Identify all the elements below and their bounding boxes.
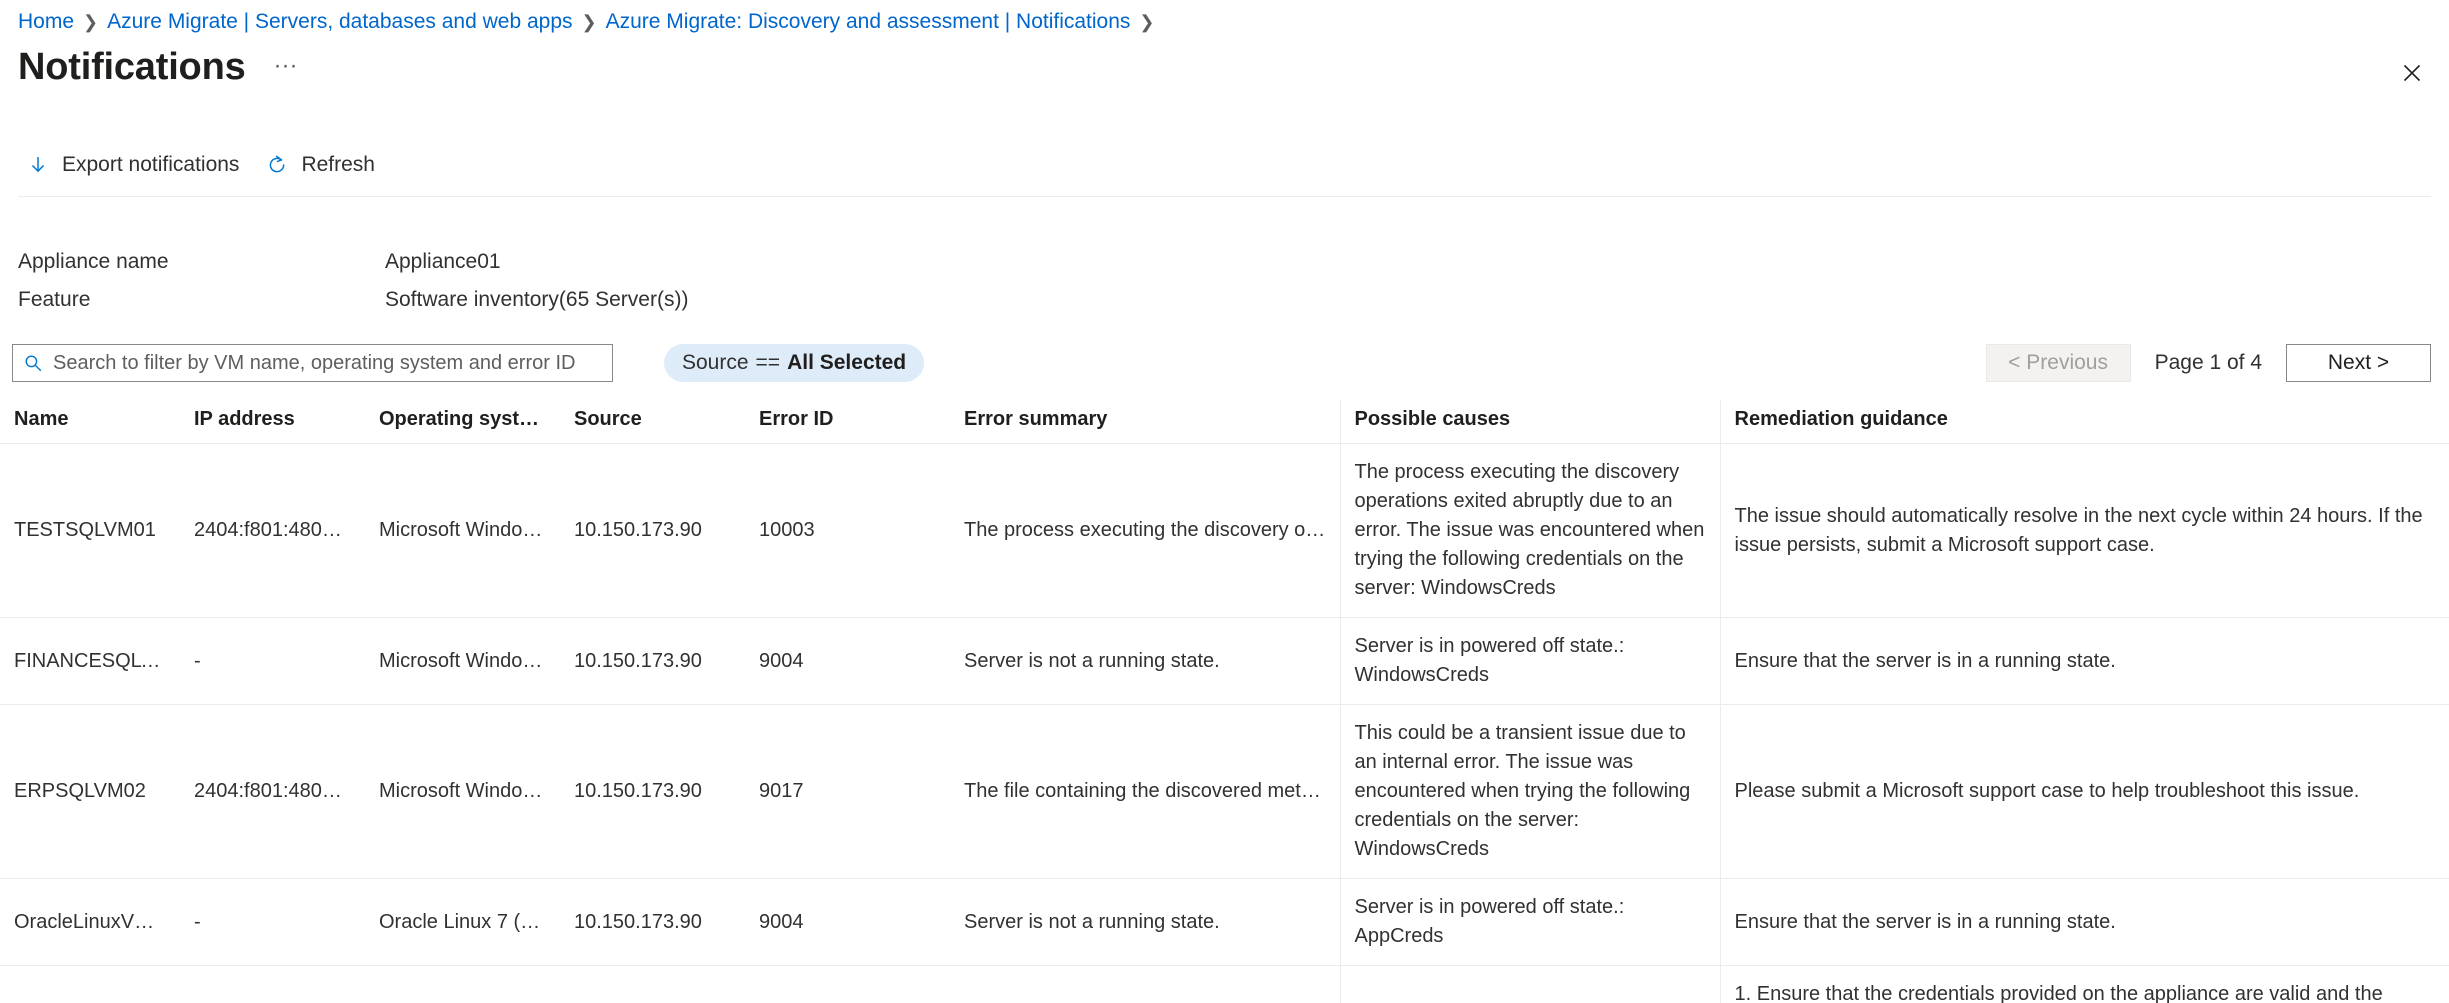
table-body: TESTSQLVM01 2404:f801:4800:20:94... Micr…: [0, 443, 2449, 1003]
pagination: < Previous Page 1 of 4 Next >: [1985, 344, 2431, 382]
column-header-operating-system[interactable]: Operating system: [365, 400, 560, 444]
cell-error-summary: Server is not a running state.: [950, 617, 1340, 705]
feature-label: Feature: [18, 288, 91, 311]
breadcrumb-item-home[interactable]: Home: [18, 10, 74, 34]
appliance-name-label: Appliance name: [18, 250, 169, 273]
previous-page-button[interactable]: < Previous: [1985, 344, 2131, 382]
search-input[interactable]: [51, 350, 602, 376]
cell-ip-address: -: [180, 878, 365, 966]
remediation-step-1: 1. Ensure that the credentials provided …: [1734, 983, 2383, 1003]
search-icon: [23, 353, 43, 373]
download-arrow-icon: [26, 153, 50, 177]
cell-name: ERPSQLVM02: [0, 704, 180, 879]
breadcrumb: Home ❯ Azure Migrate | Servers, database…: [18, 10, 1164, 34]
property-row-appliance-name: Appliance name Appliance01: [18, 250, 918, 274]
cell-possible-causes: This could be a transient issue due to a…: [1339, 704, 1720, 879]
refresh-label: Refresh: [301, 153, 375, 176]
export-notifications-label: Export notifications: [62, 153, 240, 176]
page-title: Notifications: [18, 46, 246, 88]
search-box[interactable]: [12, 344, 613, 382]
table-row[interactable]: FINANCESQLVM06 - Microsoft Windows ... 1…: [0, 617, 2449, 705]
cell-error-id: 9004: [745, 617, 950, 705]
column-header-error-summary[interactable]: Error summary: [950, 400, 1340, 444]
cell-error-id: 10003: [745, 443, 950, 618]
cell-operating-system: Microsoft Windows ...: [365, 704, 560, 879]
feature-value: Software inventory(65 Server(s)): [385, 288, 689, 311]
table-header-row: Name IP address Operating system Source …: [0, 400, 2449, 444]
column-header-name[interactable]: Name: [0, 400, 180, 444]
breadcrumb-separator-icon: ❯: [581, 11, 597, 32]
filter-bar: Source == All Selected: [12, 344, 925, 382]
cell-remediation-guidance: The issue should automatically resolve i…: [1719, 443, 2449, 618]
cell-ip-address: -: [180, 617, 365, 705]
more-options-button[interactable]: ···: [274, 54, 298, 78]
notifications-table: Name IP address Operating system Source …: [0, 400, 2449, 1003]
cell-ip-address: 2404:f801:4800:20:94...: [180, 443, 365, 618]
page-indicator: Page 1 of 4: [2154, 351, 2262, 374]
table-row[interactable]: LAB_WSUS 2404:f801:4800:20:a0... Microso…: [0, 965, 2449, 1003]
cell-remediation-guidance: Ensure that the server is in a running s…: [1719, 617, 2449, 705]
filter-pill-source[interactable]: Source == All Selected: [664, 344, 925, 382]
command-bar: Export notifications Refresh: [18, 143, 393, 187]
table-row[interactable]: TESTSQLVM01 2404:f801:4800:20:94... Micr…: [0, 443, 2449, 618]
notifications-blade: Home ❯ Azure Migrate | Servers, database…: [0, 0, 2449, 1003]
refresh-icon: [265, 153, 289, 177]
cell-ip-address: 2404:f801:4800:20:bc...: [180, 704, 365, 879]
next-page-button[interactable]: Next >: [2286, 344, 2431, 382]
command-bar-divider: [18, 196, 2431, 197]
cell-possible-causes: The credentials provided on the applianc…: [1339, 965, 1720, 1003]
cell-operating-system: Microsoft Windows ...: [365, 965, 560, 1003]
breadcrumb-item-discovery-notifications[interactable]: Azure Migrate: Discovery and assessment …: [606, 10, 1131, 34]
column-header-error-id[interactable]: Error ID: [745, 400, 950, 444]
appliance-properties: Appliance name Appliance01 Feature Softw…: [18, 250, 918, 326]
table-row[interactable]: ERPSQLVM02 2404:f801:4800:20:bc... Micro…: [0, 704, 2449, 879]
cell-name: FINANCESQLVM06: [0, 617, 180, 705]
filter-pill-operator: ==: [755, 351, 781, 374]
cell-remediation-guidance: Please submit a Microsoft support case t…: [1719, 704, 2449, 879]
cell-name: OracleLinuxVM01: [0, 878, 180, 966]
title-row: Notifications ···: [18, 48, 298, 86]
cell-source: 10.150.173.90: [560, 443, 745, 618]
breadcrumb-separator-icon: ❯: [1139, 11, 1155, 32]
close-icon[interactable]: [2395, 56, 2429, 90]
cell-source: 10.150.173.90: [560, 965, 745, 1003]
cell-error-summary: Credentials provided on the appliance fo…: [950, 965, 1340, 1003]
refresh-button[interactable]: Refresh: [257, 143, 387, 187]
cell-source: 10.150.173.90: [560, 704, 745, 879]
cell-error-id: 9004: [745, 878, 950, 966]
filter-pill-value: All Selected: [787, 351, 907, 374]
filter-pill-field: Source: [682, 351, 749, 374]
cell-source: 10.150.173.90: [560, 617, 745, 705]
property-row-feature: Feature Software inventory(65 Server(s)): [18, 288, 918, 312]
cell-name: TESTSQLVM01: [0, 443, 180, 618]
cell-possible-causes: The process executing the discovery oper…: [1339, 443, 1720, 618]
column-header-ip-address[interactable]: IP address: [180, 400, 365, 444]
breadcrumb-item-azure-migrate-servers[interactable]: Azure Migrate | Servers, databases and w…: [107, 10, 572, 34]
cell-possible-causes: Server is in powered off state.: AppCred…: [1339, 878, 1720, 966]
cell-name: LAB_WSUS: [0, 965, 180, 1003]
cell-operating-system: Microsoft Windows ...: [365, 443, 560, 618]
column-header-possible-causes[interactable]: Possible causes: [1339, 400, 1720, 444]
cell-operating-system: Oracle Linux 7 (64-bit): [365, 878, 560, 966]
breadcrumb-separator-icon: ❯: [83, 11, 99, 32]
cell-error-summary: The process executing the discovery oper…: [950, 443, 1340, 618]
table-row[interactable]: OracleLinuxVM01 - Oracle Linux 7 (64-bit…: [0, 878, 2449, 966]
notifications-table-container[interactable]: Name IP address Operating system Source …: [0, 400, 2449, 1003]
cell-error-id: 10005: [745, 965, 950, 1003]
cell-error-id: 9017: [745, 704, 950, 879]
column-header-remediation-guidance[interactable]: Remediation guidance: [1719, 400, 2449, 444]
cell-remediation-guidance: Ensure that the server is in a running s…: [1719, 878, 2449, 966]
column-header-source[interactable]: Source: [560, 400, 745, 444]
cell-operating-system: Microsoft Windows ...: [365, 617, 560, 705]
cell-source: 10.150.173.90: [560, 878, 745, 966]
appliance-name-value: Appliance01: [385, 250, 501, 273]
cell-ip-address: 2404:f801:4800:20:a0...: [180, 965, 365, 1003]
cell-error-summary: Server is not a running state.: [950, 878, 1340, 966]
cell-remediation-guidance: 1. Ensure that the credentials provided …: [1719, 965, 2449, 1003]
cell-possible-causes: Server is in powered off state.: Windows…: [1339, 617, 1720, 705]
cell-error-summary: The file containing the discovered metad…: [950, 704, 1340, 879]
export-notifications-button[interactable]: Export notifications: [18, 143, 251, 187]
